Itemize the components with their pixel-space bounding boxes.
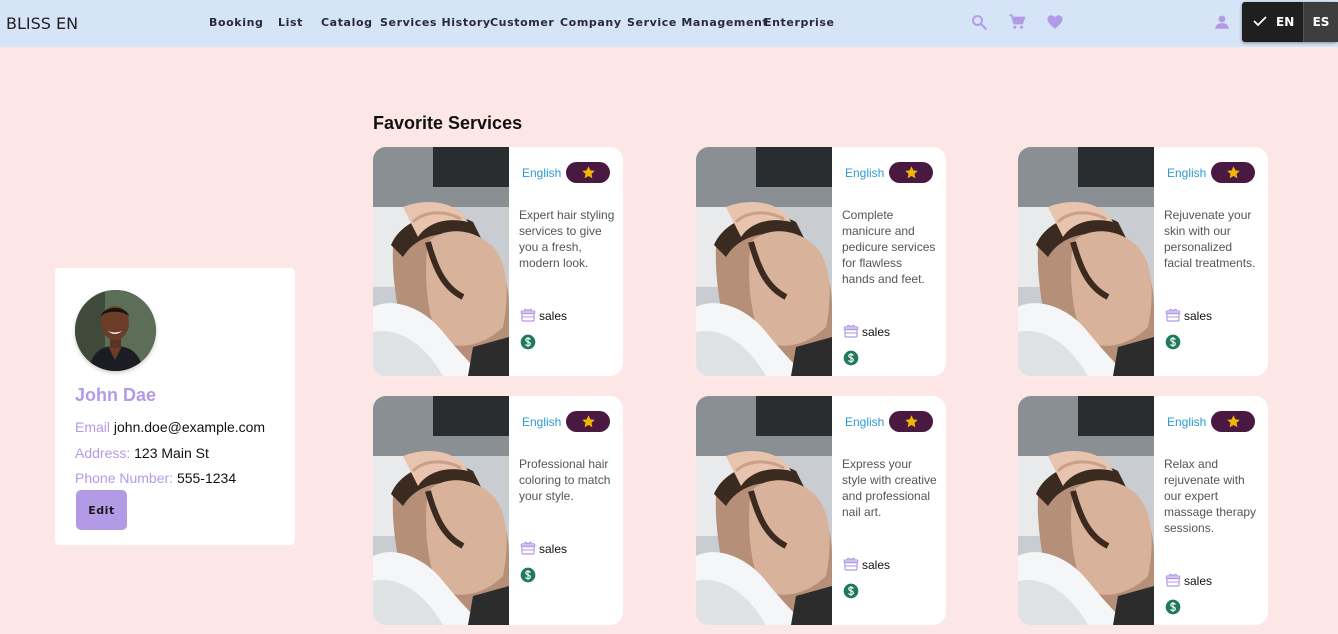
nav-list[interactable]: List [278,16,303,29]
gift-icon [843,556,859,572]
profile-card: John Dae Email john.doe@example.com Addr… [55,268,295,545]
language-toggle: EN ES [1242,2,1338,42]
profile-name: John Dae [75,385,157,405]
dollar-icon [843,350,859,366]
service-category-label: sales [862,558,891,572]
service-category-label: sales [1184,309,1213,323]
cart-icon[interactable] [1008,13,1026,31]
gift-icon [1165,307,1181,323]
avatar [75,290,156,371]
phone-label: Phone Number: [75,470,174,486]
top-app-bar: BLISS EN Booking List Catalog Services H… [0,0,1338,47]
service-category: sales [843,556,890,572]
gift-icon [520,540,536,556]
service-language: English [1167,166,1207,180]
nav-services-history[interactable]: Services History [380,16,491,29]
service-photo [373,147,509,376]
gift-icon [1165,572,1181,588]
service-card[interactable]: English Relax and rejuvenate with our ex… [1018,396,1268,625]
star-icon [904,414,919,429]
search-icon[interactable] [970,13,988,31]
service-description: Expert hair styling services to give you… [519,208,615,270]
star-icon [1226,414,1241,429]
nav-company[interactable]: Company [560,16,622,29]
dollar-icon [520,334,536,350]
phone-value: 555-1234 [176,470,237,486]
profile-address-row: Address: 123 Main St [75,445,209,461]
gift-icon [520,307,536,323]
service-description: Rejuvenate your skin with our personaliz… [1164,208,1256,270]
nav-catalog[interactable]: Catalog [321,16,373,29]
service-language: English [522,166,562,180]
service-language: English [845,415,885,429]
profile-phone-row: Phone Number: 555-1234 [75,470,236,486]
service-language: English [522,415,562,429]
service-card[interactable]: English Rejuvenate your skin with our pe… [1018,147,1268,376]
service-photo [1018,396,1154,625]
gift-icon [843,323,859,339]
dollar-icon [843,583,859,599]
star-icon [581,414,596,429]
favorite-toggle[interactable] [1211,162,1255,183]
service-category: sales [843,323,890,339]
service-category: sales [1165,572,1212,588]
address-value: 123 Main St [134,445,209,461]
star-icon [1226,165,1241,180]
service-photo [1018,147,1154,376]
star-icon [904,165,919,180]
service-card[interactable]: English Complete manicure and pedicure s… [696,147,946,376]
service-description: Express your style with creative and pro… [842,457,937,519]
nav-service-management[interactable]: Service Management [627,16,768,29]
favorite-toggle[interactable] [1211,411,1255,432]
language-option-en-label: EN [1276,15,1295,29]
favorite-toggle[interactable] [566,411,610,432]
nav-customer[interactable]: Customer [490,16,554,29]
service-description: Relax and rejuvenate with our expert mas… [1164,457,1257,535]
service-category-label: sales [862,325,891,339]
nav-enterprise[interactable]: Enterprise [764,16,835,29]
service-card[interactable]: English Expert hair styling services to … [373,147,623,376]
email-value: john.doe@example.com [113,419,266,435]
service-description: Complete manicure and pedicure services … [842,208,936,286]
dollar-icon [520,567,536,583]
edit-button[interactable]: Edit [76,490,127,530]
service-description: Professional hair coloring to match your… [519,457,611,503]
favorite-toggle[interactable] [889,162,933,183]
service-photo [696,147,832,376]
dollar-icon [1165,334,1181,350]
dollar-icon [1165,599,1181,615]
section-title: Favorite Services [373,113,523,133]
service-category-label: sales [1184,574,1213,588]
service-language: English [845,166,885,180]
profile-email-row: Email john.doe@example.com [75,419,265,435]
favorite-toggle[interactable] [889,411,933,432]
service-category-label: sales [539,309,568,323]
service-language: English [1167,415,1207,429]
service-category: sales [520,307,567,323]
service-photo [696,396,832,625]
language-option-en[interactable]: EN [1242,2,1303,42]
check-icon [1252,14,1268,31]
favorite-toggle[interactable] [566,162,610,183]
service-category: sales [520,540,567,556]
star-icon [581,165,596,180]
service-card[interactable]: English Express your style with creative… [696,396,946,625]
heart-icon[interactable] [1046,13,1064,31]
service-photo [373,396,509,625]
brand-logo[interactable]: BLISS EN [6,14,78,33]
account-icon[interactable] [1213,13,1231,31]
service-card[interactable]: English Professional hair coloring to ma… [373,396,623,625]
nav-booking[interactable]: Booking [209,16,264,29]
address-label: Address: [75,445,131,461]
service-category: sales [1165,307,1212,323]
email-label: Email [75,419,111,435]
language-option-es[interactable]: ES [1303,2,1338,42]
service-category-label: sales [539,542,568,556]
